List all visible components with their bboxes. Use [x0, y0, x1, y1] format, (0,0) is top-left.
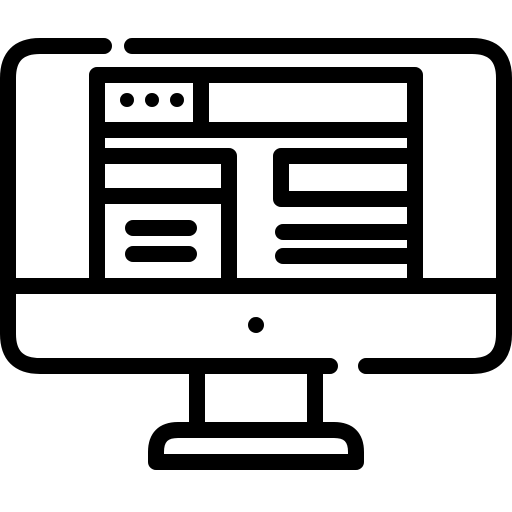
- window-dot: [170, 93, 184, 107]
- desktop-monitor-webpage-icon: [0, 38, 512, 470]
- window-dots: [120, 93, 184, 107]
- sidebar-text-lines: [125, 220, 197, 262]
- window-dot: [145, 93, 159, 107]
- content-text-lines: [275, 224, 423, 264]
- window-dot: [120, 93, 134, 107]
- power-dot: [248, 317, 264, 333]
- stand-neck: [189, 358, 323, 438]
- content-card: [273, 148, 423, 207]
- icon-canvas: [0, 0, 512, 512]
- stand-base: [148, 422, 364, 470]
